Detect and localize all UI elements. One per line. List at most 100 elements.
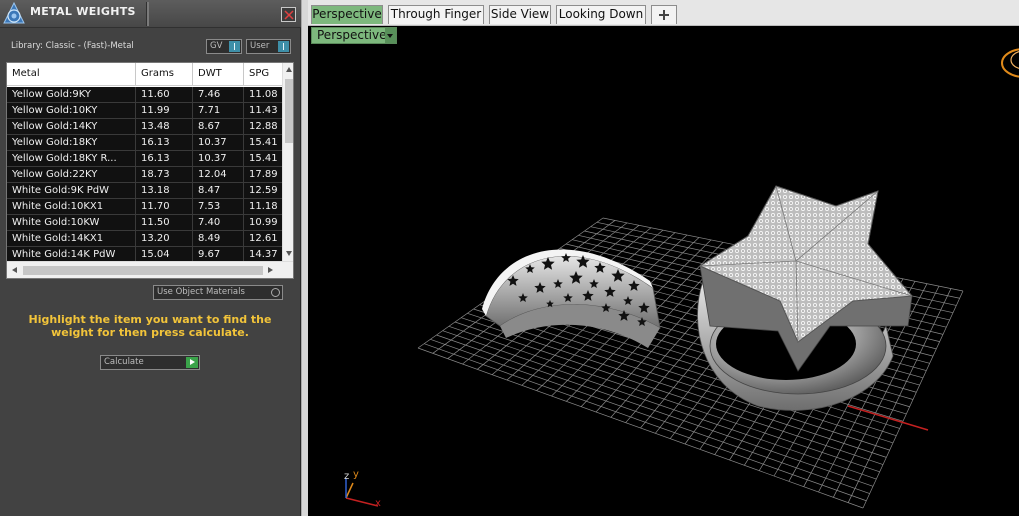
cell-spg: 11.18	[244, 199, 282, 214]
cell-metal: Yellow Gold:22KY	[7, 167, 136, 182]
scroll-left-icon[interactable]	[11, 266, 19, 274]
scroll-right-icon[interactable]	[266, 266, 274, 274]
cell-metal: Yellow Gold:10KY	[7, 103, 136, 118]
view-mode-label: Perspective	[317, 28, 387, 42]
app-logo-icon	[3, 1, 25, 24]
cell-grams: 13.18	[136, 183, 193, 198]
cell-grams: 11.99	[136, 103, 193, 118]
cell-dwt: 7.53	[193, 199, 244, 214]
cell-grams: 13.20	[136, 231, 193, 246]
horizontal-scroll-thumb[interactable]	[23, 266, 263, 275]
cell-metal: White Gold:14KX1	[7, 231, 136, 246]
panel-title-bar[interactable]: METAL WEIGHTS	[0, 0, 301, 28]
table-row[interactable]: Yellow Gold:22KY 18.73 12.04 17.89	[7, 167, 282, 183]
panel-title: METAL WEIGHTS	[30, 5, 136, 18]
cell-metal: Yellow Gold:18KY R...	[7, 151, 136, 166]
view-mode-dropdown[interactable]: Perspective	[311, 27, 397, 44]
cell-dwt: 8.67	[193, 119, 244, 134]
star-ring-model[interactable]	[697, 185, 914, 411]
cell-dwt: 10.37	[193, 135, 244, 150]
cell-metal: White Gold:14K PdW	[7, 247, 136, 261]
cell-metal: Yellow Gold:18KY	[7, 135, 136, 150]
table-row[interactable]: Yellow Gold:18KY 16.13 10.37 15.41	[7, 135, 282, 151]
user-toggle[interactable]: User	[246, 39, 291, 54]
cell-grams: 16.13	[136, 151, 193, 166]
cell-spg: 12.59	[244, 183, 282, 198]
add-tab-button[interactable]	[651, 5, 677, 24]
tab-side-view[interactable]: Side View	[489, 5, 551, 24]
tab-looking-down[interactable]: Looking Down	[556, 5, 646, 24]
x-axis-line	[847, 405, 929, 431]
metal-weights-panel: METAL WEIGHTS Library: Classic - (Fast)-…	[0, 0, 301, 516]
table-row[interactable]: White Gold:10KW 11.50 7.40 10.99	[7, 215, 282, 231]
cell-metal: Yellow Gold:14KY	[7, 119, 136, 134]
orientation-gizmo-icon[interactable]	[1001, 48, 1019, 78]
plus-icon	[659, 10, 669, 20]
column-header-spg[interactable]: SPG	[244, 63, 284, 85]
tab-through-finger[interactable]: Through Finger	[388, 5, 484, 24]
gv-label: GV	[210, 41, 223, 51]
play-arrow-icon	[186, 357, 198, 368]
cell-grams: 11.60	[136, 87, 193, 102]
table-row[interactable]: White Gold:10KX1 11.70 7.53 11.18	[7, 199, 282, 215]
cell-dwt: 12.04	[193, 167, 244, 182]
close-button[interactable]	[281, 7, 296, 22]
axis-label-x: x	[375, 498, 381, 509]
instruction-text: Highlight the item you want to find the …	[28, 313, 272, 339]
table-row[interactable]: White Gold:14KX1 13.20 8.49 12.61	[7, 231, 282, 247]
axis-label-y: y	[353, 469, 359, 480]
horizontal-scrollbar[interactable]	[7, 261, 293, 278]
cell-spg: 11.43	[244, 103, 282, 118]
cell-grams: 15.04	[136, 247, 193, 261]
table-row[interactable]: White Gold:14K PdW 15.04 9.67 14.37	[7, 247, 282, 261]
gv-toggle[interactable]: GV	[206, 39, 242, 54]
cell-metal: White Gold:10KW	[7, 215, 136, 230]
cell-spg: 14.37	[244, 247, 282, 261]
cell-spg: 10.99	[244, 215, 282, 230]
cell-spg: 12.88	[244, 119, 282, 134]
metal-table: Metal Grams DWT SPG Yellow Gold:9KY 11.60…	[6, 62, 294, 279]
tab-perspective[interactable]: Perspective	[311, 5, 383, 24]
library-label: Library: Classic - (Fast)-Metal	[11, 41, 134, 51]
cell-dwt: 8.47	[193, 183, 244, 198]
table-header: Metal Grams DWT SPG	[7, 63, 284, 86]
scene-canvas	[345, 48, 1019, 509]
table-row[interactable]: Yellow Gold:18KY R... 16.13 10.37 15.41	[7, 151, 282, 167]
table-body: Yellow Gold:9KY 11.60 7.46 11.08 Yellow Gold…	[7, 87, 282, 261]
dropdown-arrow-icon[interactable]	[385, 28, 396, 43]
scroll-down-icon[interactable]	[285, 249, 293, 257]
calculate-button[interactable]: Calculate	[100, 355, 200, 370]
cell-dwt: 7.71	[193, 103, 244, 118]
panel-divider[interactable]	[301, 0, 308, 516]
use-object-materials-option[interactable]: Use Object Materials	[153, 285, 283, 300]
close-icon	[284, 10, 294, 20]
cell-dwt: 10.37	[193, 151, 244, 166]
table-row[interactable]: White Gold:9K PdW 13.18 8.47 12.59	[7, 183, 282, 199]
cell-dwt: 9.67	[193, 247, 244, 261]
column-header-dwt[interactable]: DWT	[193, 63, 244, 85]
scroll-up-icon[interactable]	[285, 66, 293, 74]
cell-spg: 15.41	[244, 151, 282, 166]
cell-dwt: 8.49	[193, 231, 244, 246]
toggle-indicator-icon	[229, 41, 240, 52]
cell-metal: White Gold:10KX1	[7, 199, 136, 214]
table-row[interactable]: Yellow Gold:14KY 13.48 8.67 12.88	[7, 119, 282, 135]
cell-grams: 18.73	[136, 167, 193, 182]
title-separator	[146, 2, 149, 26]
cell-spg: 17.89	[244, 167, 282, 182]
vertical-scroll-thumb[interactable]	[285, 79, 293, 143]
cell-spg: 15.41	[244, 135, 282, 150]
radio-icon[interactable]	[271, 288, 280, 297]
view-tab-bar: Perspective Through Finger Side View Loo…	[308, 0, 1019, 26]
column-header-grams[interactable]: Grams	[136, 63, 193, 85]
cell-metal: Yellow Gold:9KY	[7, 87, 136, 102]
table-row[interactable]: Yellow Gold:9KY 11.60 7.46 11.08	[7, 87, 282, 103]
vertical-scrollbar[interactable]	[282, 63, 293, 261]
3d-viewport[interactable]: Perspective z y x	[308, 26, 1019, 516]
cell-spg: 11.08	[244, 87, 282, 102]
use-object-materials-label: Use Object Materials	[157, 287, 245, 297]
cell-spg: 12.61	[244, 231, 282, 246]
calculate-label: Calculate	[104, 357, 144, 367]
column-header-metal[interactable]: Metal	[7, 63, 136, 85]
table-row[interactable]: Yellow Gold:10KY 11.99 7.71 11.43	[7, 103, 282, 119]
